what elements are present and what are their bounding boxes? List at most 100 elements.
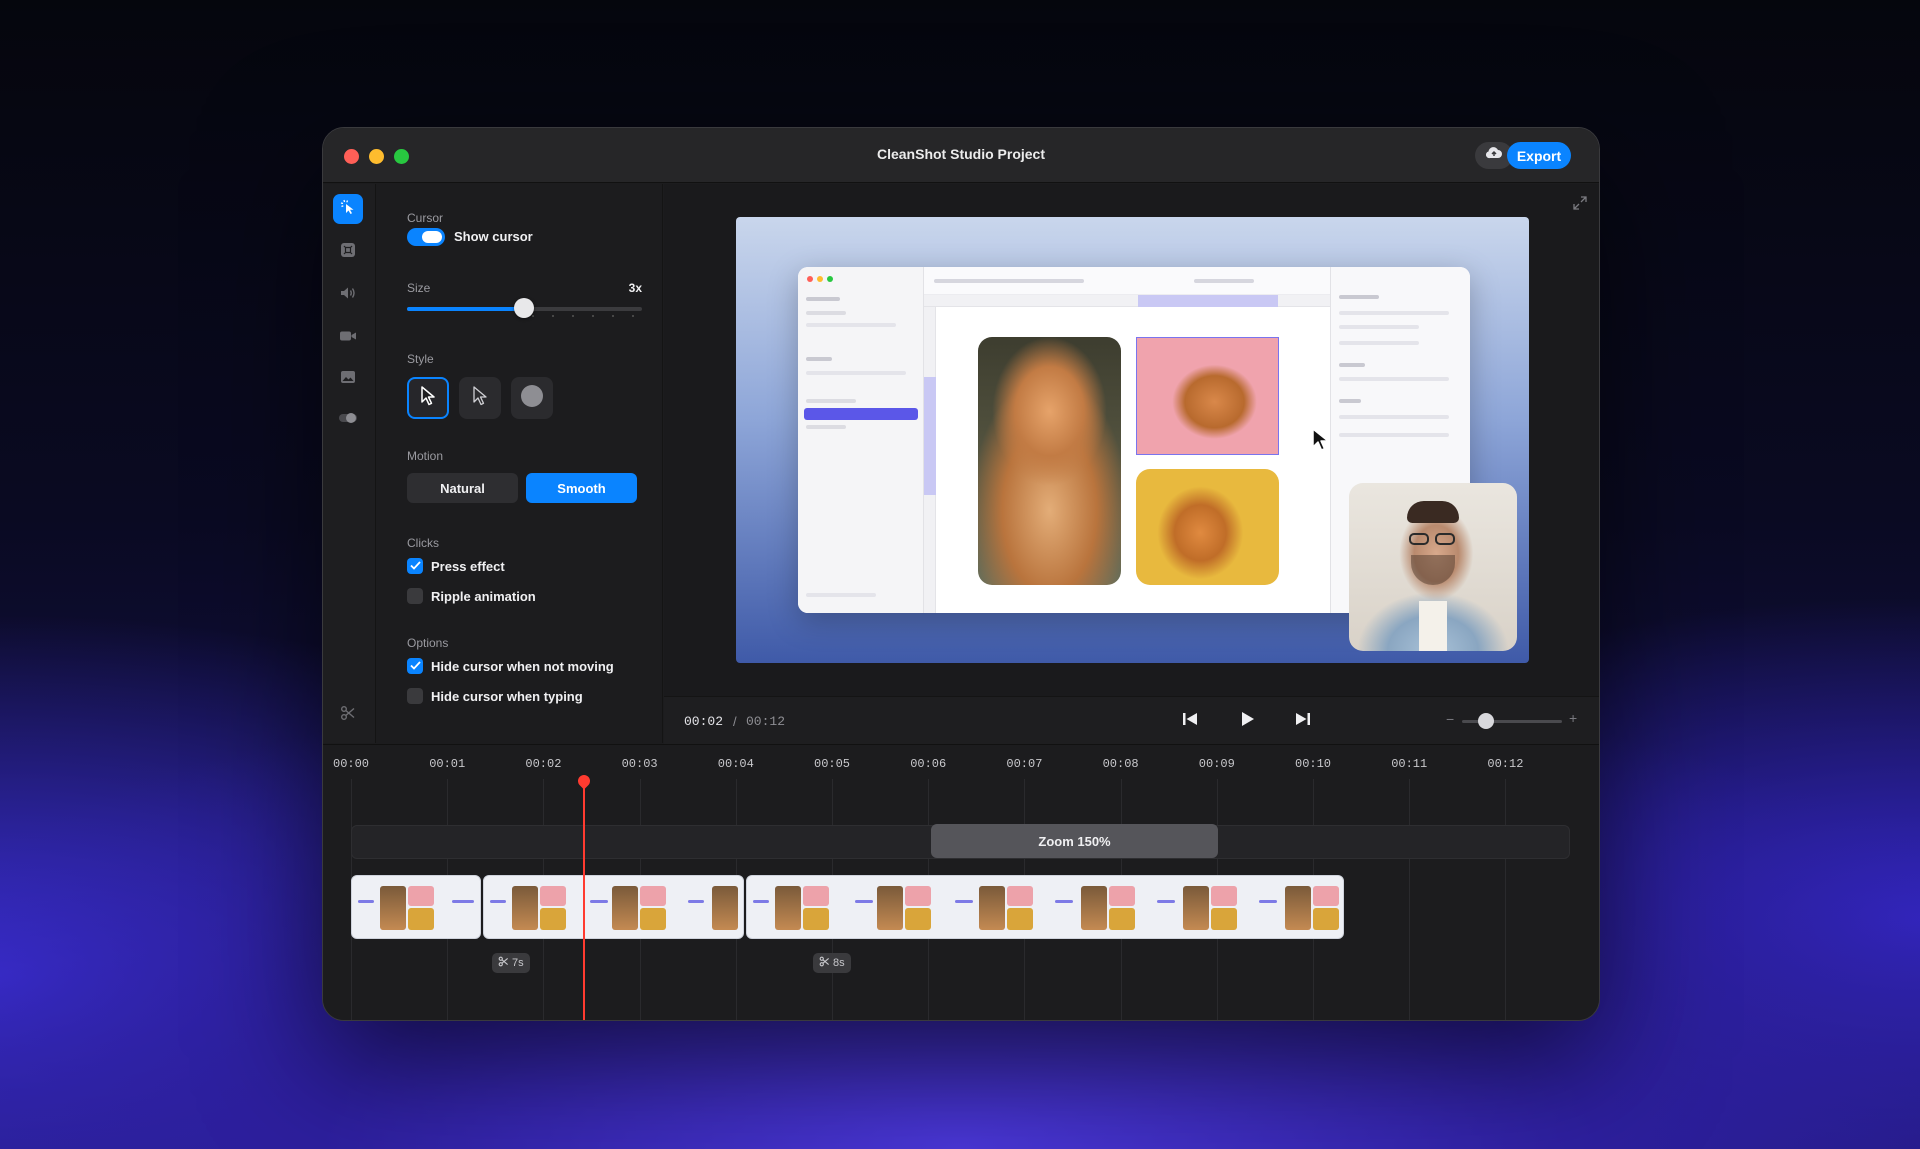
clicks-heading: Clicks — [407, 536, 439, 550]
cut-marker[interactable]: 7s — [492, 953, 530, 973]
slider-tick — [572, 315, 574, 317]
recorded-layers-sidebar — [798, 267, 924, 613]
zoom-segment[interactable]: Zoom 150% — [931, 824, 1218, 858]
hide-when-typing-checkbox[interactable] — [407, 688, 423, 704]
window-title: CleanShot Studio Project — [876, 146, 1045, 162]
slider-tick — [552, 315, 554, 317]
tool-rail — [323, 184, 376, 743]
recorded-toolbar — [924, 267, 1330, 295]
slider-tick — [532, 315, 534, 317]
skip-back-button[interactable] — [1178, 709, 1202, 733]
video-preview — [664, 184, 1599, 696]
size-slider-fill — [407, 307, 524, 311]
playhead-handle[interactable] — [575, 772, 593, 790]
video-clip[interactable] — [483, 875, 744, 939]
timeline-zoom-slider[interactable] — [1462, 720, 1562, 723]
slider-tick — [592, 315, 594, 317]
cloud-upload-icon — [1485, 146, 1503, 165]
cat-photo-long-hair — [978, 337, 1121, 585]
time-separator: / — [733, 714, 737, 729]
play-icon — [1239, 710, 1255, 733]
motion-heading: Motion — [407, 449, 444, 463]
slider-tick — [612, 315, 614, 317]
timeline-grid-line — [1505, 779, 1507, 1020]
cat-photo-pink — [1136, 337, 1279, 455]
timeline-tick-label: 00:10 — [1295, 757, 1332, 771]
motion-smooth-button[interactable]: Smooth — [526, 473, 637, 503]
arrow-cursor-outline-icon — [419, 385, 437, 412]
cursor-heading: Cursor — [407, 211, 444, 225]
show-cursor-toggle[interactable] — [407, 228, 445, 246]
hide-when-idle-label: Hide cursor when not moving — [431, 659, 614, 674]
title-bar: CleanShot Studio Project Export — [323, 128, 1599, 183]
hide-when-idle-checkbox[interactable] — [407, 658, 423, 674]
speaker-icon — [339, 285, 357, 306]
preview-canvas[interactable] — [736, 217, 1529, 663]
scissors-icon — [819, 956, 830, 970]
show-cursor-label: Show cursor — [454, 229, 533, 244]
timeline-grid-line — [1409, 779, 1411, 1020]
timeline-tick-label: 00:12 — [1487, 757, 1524, 771]
audio-tool-button[interactable] — [333, 280, 363, 310]
ripple-animation-checkbox[interactable] — [407, 588, 423, 604]
cursor-tool-button[interactable] — [333, 194, 363, 224]
ripple-animation-label: Ripple animation — [431, 589, 536, 604]
cut-marker[interactable]: 8s — [813, 953, 851, 973]
style-option-circle[interactable] — [511, 377, 553, 419]
trim-tool-button[interactable] — [333, 700, 363, 730]
playback-bar: 00:02 / 00:12 − + — [664, 696, 1599, 744]
video-clip[interactable] — [351, 875, 481, 939]
effects-tool-button[interactable] — [333, 405, 363, 435]
checkmark-icon — [409, 557, 421, 575]
scissors-icon — [340, 705, 356, 726]
hide-when-typing-label: Hide cursor when typing — [431, 689, 583, 704]
style-option-dark-arrow[interactable] — [459, 377, 501, 419]
skip-forward-button[interactable] — [1291, 709, 1315, 733]
export-button[interactable]: Export — [1507, 142, 1571, 169]
style-heading: Style — [407, 352, 434, 366]
cursor-click-icon — [339, 198, 357, 221]
current-time: 00:02 — [684, 714, 724, 729]
video-clip[interactable] — [746, 875, 1344, 939]
style-option-outline-arrow[interactable] — [407, 377, 449, 419]
size-heading: Size — [407, 281, 431, 295]
recorded-horizontal-ruler — [924, 295, 1330, 307]
timeline-tick-label: 00:08 — [1102, 757, 1139, 771]
motion-natural-button[interactable]: Natural — [407, 473, 518, 503]
play-button[interactable] — [1235, 709, 1259, 733]
slider-tick — [632, 315, 634, 317]
app-window: CleanShot Studio Project Export Cursor S… — [322, 127, 1600, 1021]
scissors-icon — [498, 956, 509, 970]
options-heading: Options — [407, 636, 449, 650]
timeline-tick-label: 00:02 — [525, 757, 562, 771]
timeline-tick-label: 00:11 — [1391, 757, 1428, 771]
timeline-tick-label: 00:00 — [333, 757, 370, 771]
camera-tool-button[interactable] — [333, 323, 363, 353]
expand-icon[interactable] — [1573, 196, 1587, 215]
press-effect-checkbox[interactable] — [407, 558, 423, 574]
video-camera-icon — [339, 329, 357, 348]
size-value: 3x — [628, 281, 642, 295]
circle-cursor-icon — [520, 384, 544, 413]
cat-photo-yellow — [1136, 469, 1279, 585]
cut-duration: 8s — [833, 957, 845, 969]
image-icon — [340, 370, 356, 389]
skip-back-icon — [1181, 711, 1199, 732]
zoom-out-button[interactable]: − — [1446, 711, 1454, 727]
timeline-tick-label: 00:03 — [621, 757, 658, 771]
timeline-tick-label: 00:01 — [429, 757, 466, 771]
timeline[interactable]: 00:00 00:01 00:02 00:03 00:04 00:05 00:06 00:07… — [323, 744, 1599, 1020]
background-tool-button[interactable] — [333, 364, 363, 394]
toggle-icon — [338, 411, 358, 430]
recorded-cursor-icon — [1311, 427, 1331, 458]
webcam-overlay[interactable] — [1349, 483, 1517, 651]
command-key-icon — [340, 242, 356, 263]
zoom-in-button[interactable]: + — [1569, 710, 1577, 726]
total-time: 00:12 — [746, 714, 786, 729]
timeline-zoom-knob[interactable] — [1478, 713, 1494, 729]
skip-forward-icon — [1294, 711, 1312, 732]
size-slider-knob[interactable] — [514, 298, 534, 318]
playhead-line[interactable] — [583, 783, 585, 1020]
timeline-tick-label: 00:04 — [717, 757, 754, 771]
keyboard-tool-button[interactable] — [333, 237, 363, 267]
